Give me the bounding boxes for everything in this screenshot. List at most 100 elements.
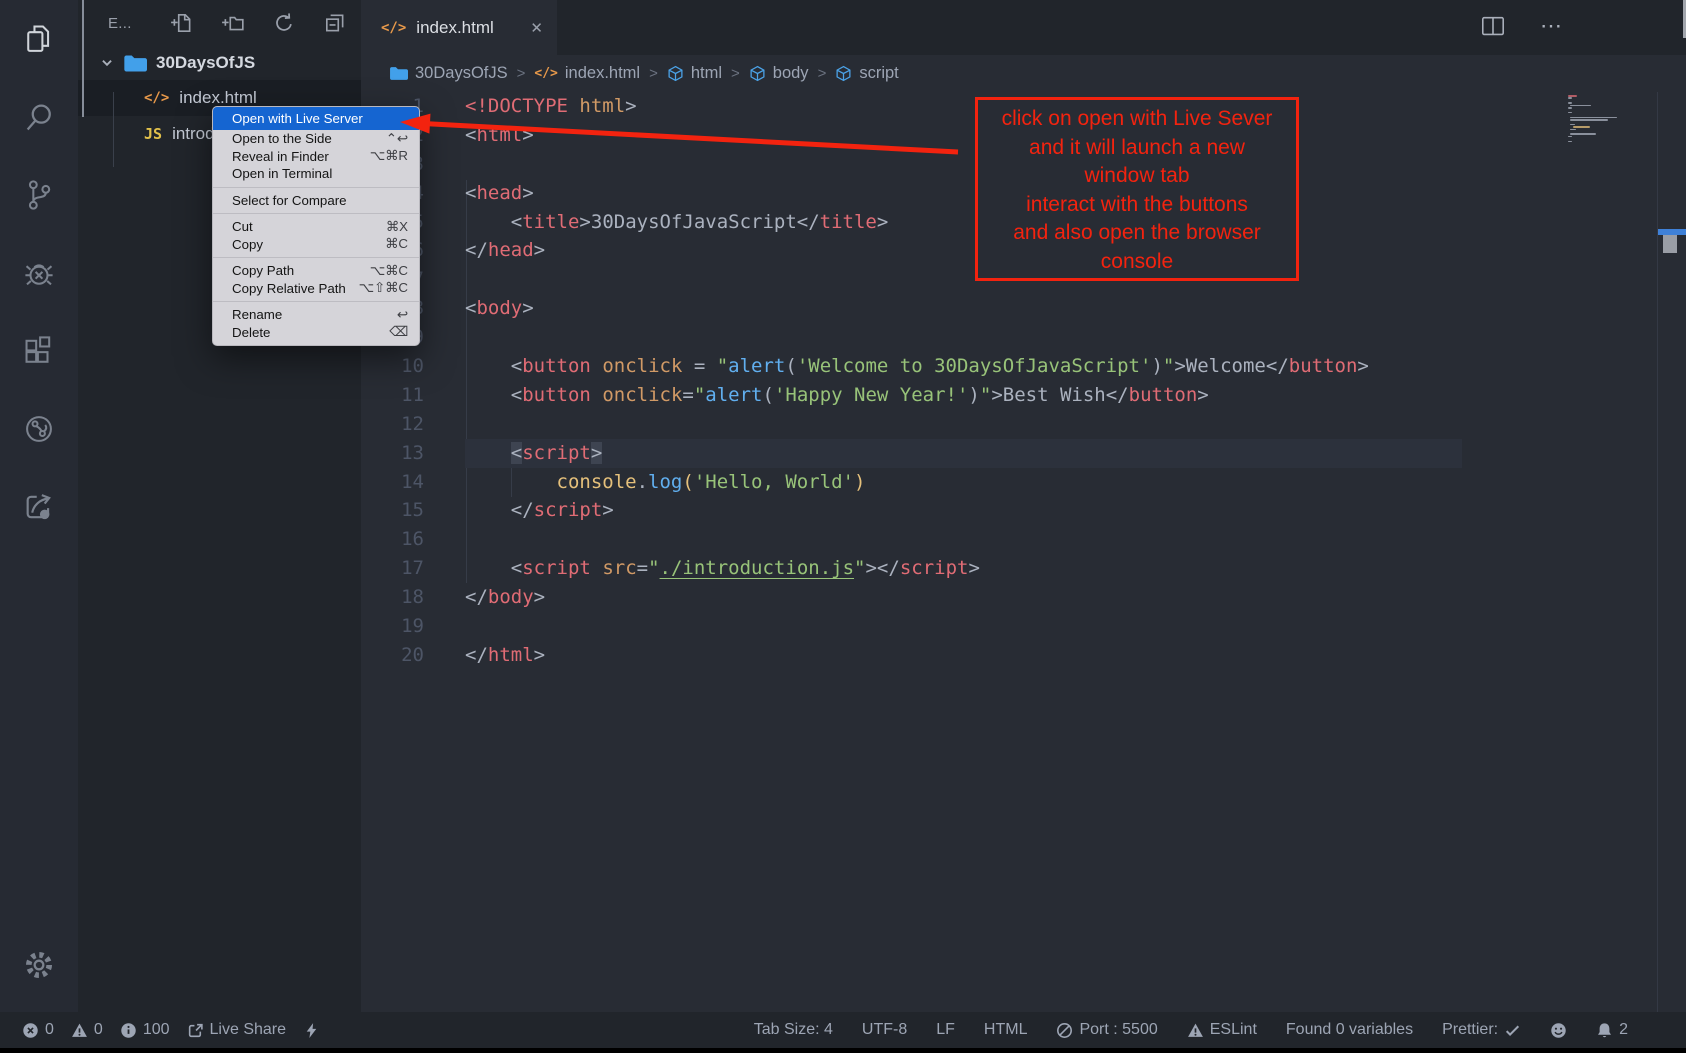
code-line-12[interactable] <box>465 410 1462 439</box>
code-line-17[interactable]: <script src="./introduction.js"></script… <box>465 554 1462 583</box>
code-line-20[interactable]: </html> <box>465 641 1462 670</box>
menu-item-copy-path[interactable]: Copy Path⌥⌘C <box>213 262 419 280</box>
code-line-16[interactable] <box>465 525 1462 554</box>
settings-gear-icon[interactable] <box>0 926 78 1004</box>
more-actions-icon[interactable]: ⋯ <box>1540 14 1566 40</box>
menu-item-copy[interactable]: Copy⌘C <box>213 236 419 254</box>
status-prettier[interactable]: Prettier: <box>1442 1021 1521 1039</box>
tab-index-html[interactable]: </> index.html ✕ <box>361 0 557 55</box>
line-number: 17 <box>361 554 424 583</box>
split-editor-icon[interactable] <box>1480 14 1506 40</box>
status-errors-count[interactable]: 0 <box>22 1021 54 1039</box>
tab-label: index.html <box>416 18 493 38</box>
folder-icon <box>123 54 147 73</box>
code-line-18[interactable]: </body> <box>465 583 1462 612</box>
html-file-icon: </> <box>144 90 169 106</box>
menu-item-open-in-terminal[interactable]: Open in Terminal <box>213 165 419 183</box>
code-line-3[interactable] <box>465 150 1462 179</box>
status-label: HTML <box>984 1021 1028 1039</box>
info-icon <box>120 1022 137 1039</box>
code-line-7[interactable] <box>465 265 1462 294</box>
code-line-8[interactable]: <body> <box>465 294 1462 323</box>
status-label: ESLint <box>1210 1021 1257 1039</box>
collapse-all-icon[interactable] <box>323 11 347 35</box>
status-notifications[interactable]: 2 <box>1596 1021 1628 1039</box>
status-tab-size[interactable]: Tab Size: 4 <box>754 1021 833 1039</box>
menu-item-label: Reveal in Finder <box>232 149 329 164</box>
status-live-share[interactable]: Live Share <box>187 1021 287 1039</box>
line-number: 10 <box>361 352 424 381</box>
breadcrumb-item-html[interactable]: html <box>667 64 722 83</box>
editor-scrollbar-thumb[interactable] <box>1663 235 1677 253</box>
status-eslint[interactable]: ESLint <box>1187 1021 1257 1039</box>
chevron-down-icon <box>100 56 114 70</box>
status-encoding[interactable]: UTF-8 <box>862 1021 907 1039</box>
status-warnings-count[interactable]: 0 <box>71 1021 103 1039</box>
js-file-icon: JS <box>144 125 162 143</box>
menu-item-label: Rename <box>232 307 282 322</box>
debug-icon[interactable] <box>0 234 78 312</box>
new-folder-icon[interactable] <box>221 11 245 35</box>
code-line-4[interactable]: <head> <box>465 179 1462 208</box>
live-share-circle-icon[interactable] <box>0 390 78 468</box>
extensions-icon[interactable] <box>0 312 78 390</box>
search-icon[interactable] <box>0 78 78 156</box>
symbol-cube-icon <box>667 65 684 82</box>
code-line-13[interactable]: <script> <box>465 439 1462 468</box>
code-line-1[interactable]: <!DOCTYPE html> <box>465 92 1462 121</box>
source-control-icon[interactable] <box>0 156 78 234</box>
code-line-5[interactable]: <title>30DaysOfJavaScript</title> <box>465 208 1462 237</box>
share-arrow-icon[interactable] <box>0 468 78 546</box>
status-bar: 00 100 Live Share Tab Size: 4 UTF-8 LF HTML Po… <box>0 1012 1686 1048</box>
new-file-icon[interactable] <box>170 11 194 35</box>
code-line-15[interactable]: </script> <box>465 496 1462 525</box>
code-line-2[interactable]: <html> <box>465 121 1462 150</box>
menu-item-label: Delete <box>232 325 270 340</box>
code-line-10[interactable]: <button onclick = "alert('Welcome to 30D… <box>465 352 1462 381</box>
status-label: 2 <box>1619 1021 1628 1039</box>
status-variables-found[interactable]: Found 0 variables <box>1286 1021 1413 1039</box>
status-info-count[interactable]: 100 <box>120 1021 170 1039</box>
menu-item-shortcut: ⌥⌘C <box>370 263 408 279</box>
files-icon[interactable] <box>0 0 78 78</box>
menu-item-label: Select for Compare <box>232 193 347 208</box>
activity-bar <box>0 0 78 1012</box>
menu-item-copy-relative-path[interactable]: Copy Relative Path⌥⇧⌘C <box>213 280 419 298</box>
menu-item-rename[interactable]: Rename↩ <box>213 306 419 324</box>
menu-item-open-with-live-server[interactable]: Open with Live Server <box>213 107 419 130</box>
code-content: <!DOCTYPE html><html> <head> <title>30Day… <box>465 92 1462 670</box>
smiley-icon <box>1550 1022 1567 1039</box>
menu-item-select-for-compare[interactable]: Select for Compare <box>213 192 419 210</box>
menu-item-label: Open in Terminal <box>232 166 332 181</box>
status-language-mode[interactable]: HTML <box>984 1021 1028 1039</box>
menu-separator <box>213 187 419 188</box>
active-view-indicator <box>82 0 84 117</box>
code-line-19[interactable] <box>465 612 1462 641</box>
code-line-11[interactable]: <button onclick="alert('Happy New Year!'… <box>465 381 1462 410</box>
status-feedback-smiley[interactable] <box>1550 1022 1567 1039</box>
menu-item-reveal-in-finder[interactable]: Reveal in Finder⌥⌘R <box>213 148 419 166</box>
menu-item-label: Cut <box>232 219 253 234</box>
breadcrumb-item-30daysofjs[interactable]: 30DaysOfJS <box>389 64 508 83</box>
menu-item-label: Open to the Side <box>232 131 332 146</box>
tree-root-folder[interactable]: 30DaysOfJS <box>78 46 361 80</box>
minimap[interactable] <box>1568 95 1646 155</box>
code-line-6[interactable]: </head> <box>465 236 1462 265</box>
status-live-server-bolt[interactable] <box>303 1022 320 1039</box>
explorer-title: E... <box>108 15 132 32</box>
breadcrumb-item-body[interactable]: body <box>749 64 809 83</box>
tab-close-icon[interactable]: ✕ <box>530 19 543 37</box>
menu-item-open-to-the-side[interactable]: Open to the Side⌃↩ <box>213 130 419 148</box>
breadcrumb-item-script[interactable]: script <box>835 64 898 83</box>
menu-item-delete[interactable]: Delete⌫ <box>213 324 419 342</box>
refresh-icon[interactable] <box>272 11 296 35</box>
status-live-server-port[interactable]: Port : 5500 <box>1056 1021 1157 1039</box>
breadcrumb-item-index-html[interactable]: </>index.html <box>534 64 640 83</box>
menu-separator <box>213 213 419 214</box>
menu-item-shortcut: ⌘C <box>385 236 408 252</box>
code-line-14[interactable]: console.log('Hello, World') <box>465 468 1462 497</box>
status-eol[interactable]: LF <box>936 1021 955 1039</box>
menu-item-cut[interactable]: Cut⌘X <box>213 218 419 236</box>
code-line-9[interactable] <box>465 323 1462 352</box>
status-label: Tab Size: 4 <box>754 1021 833 1039</box>
